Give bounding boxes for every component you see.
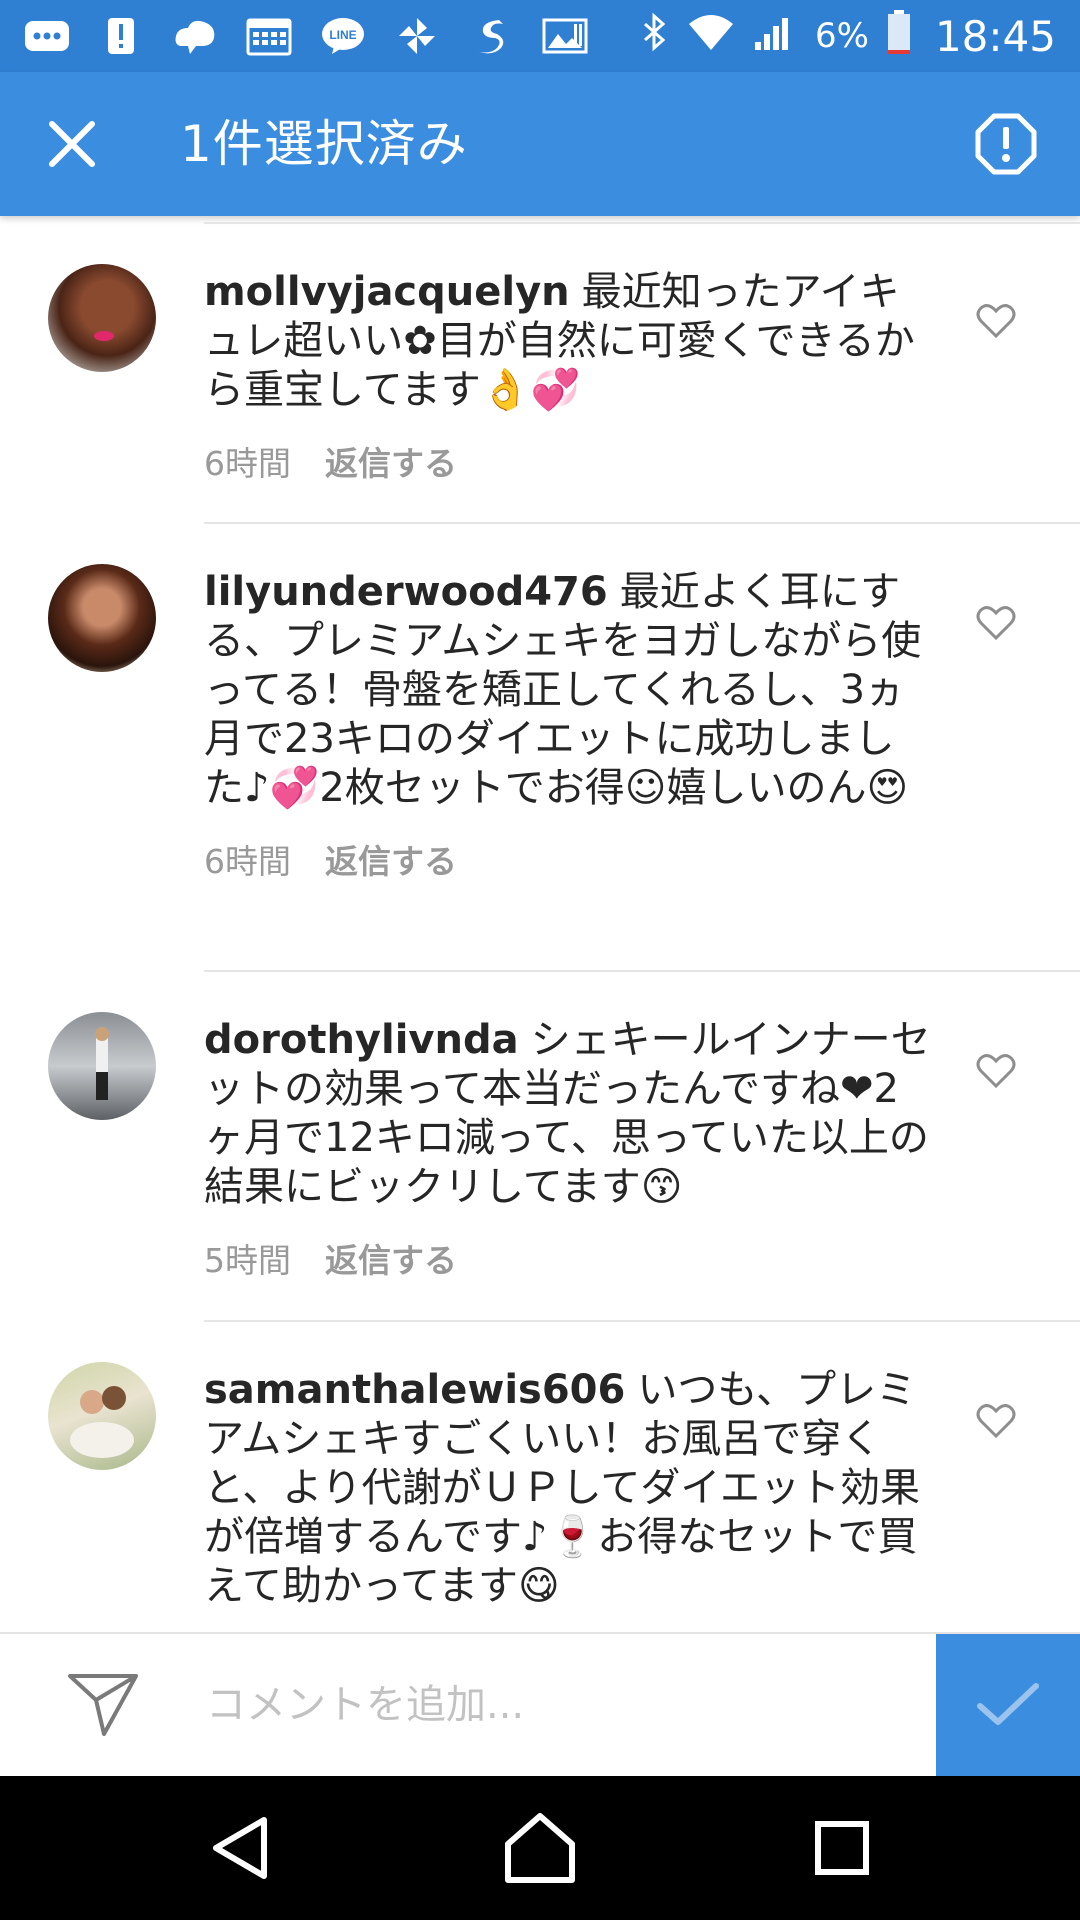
- status-bar: LINE 6% 18:45: [0, 0, 1080, 72]
- gallery-icon: [542, 16, 588, 56]
- reply-button[interactable]: 返信する: [325, 437, 457, 485]
- confirm-button[interactable]: [936, 1634, 1080, 1778]
- comment-item: lilyunderwood476 最近よく耳にする、プレミアムシェキをヨガしながら…: [0, 524, 1080, 970]
- signal-icon: [753, 12, 797, 61]
- back-triangle-icon[interactable]: [200, 1806, 284, 1890]
- comment-text: dorothylivnda シェキールインナーセットの効果って本当だったんですね❤…: [204, 1016, 934, 1212]
- recents-square-icon[interactable]: [800, 1806, 884, 1890]
- avatar[interactable]: [48, 264, 156, 372]
- swirl-app-icon: [468, 16, 514, 56]
- battery-icon: [887, 9, 911, 63]
- like-heart-icon[interactable]: [976, 1052, 1016, 1089]
- svg-text:LINE: LINE: [329, 28, 356, 42]
- comment-body: mollvyjacquelyn 最近知ったアイキュレ超いい✿目が自然に可愛くできる…: [204, 268, 934, 485]
- close-icon[interactable]: [40, 112, 104, 176]
- comment-item: mollvyjacquelyn 最近知ったアイキュレ超いい✿目が自然に可愛くできる…: [0, 222, 1080, 522]
- comment-item: dorothylivnda シェキールインナーセットの効果って本当だったんですね❤…: [0, 972, 1080, 1320]
- comment-body: samanthalewis606 いつも、プレミアムシェキすごくいい！お風呂で穿く…: [204, 1366, 934, 1611]
- system-status: 6% 18:45: [639, 9, 1056, 63]
- comment-item: samanthalewis606 いつも、プレミアムシェキすごくいい！お風呂で穿く…: [0, 1322, 1080, 1632]
- clock: 18:45: [934, 11, 1056, 61]
- comment-list[interactable]: mollvyjacquelyn 最近知ったアイキュレ超いい✿目が自然に可愛くできる…: [0, 222, 1080, 1632]
- comment-body: lilyunderwood476 最近よく耳にする、プレミアムシェキをヨガしながら…: [204, 568, 934, 883]
- avatar[interactable]: [48, 1362, 156, 1470]
- reply-button[interactable]: 返信する: [325, 1234, 457, 1282]
- page-title: 1件選択済み: [180, 115, 468, 173]
- comment-meta: 6時間 返信する: [204, 437, 934, 485]
- like-heart-icon[interactable]: [976, 1402, 1016, 1439]
- selection-app-bar: 1件選択済み: [0, 72, 1080, 216]
- comment-text: samanthalewis606 いつも、プレミアムシェキすごくいい！お風呂で穿く…: [204, 1366, 934, 1611]
- comment-username[interactable]: samanthalewis606: [204, 1367, 625, 1413]
- checkmark-icon: [976, 1680, 1040, 1732]
- report-icon[interactable]: [974, 112, 1038, 176]
- like-heart-icon[interactable]: [976, 604, 1016, 641]
- comment-time: 6時間: [204, 444, 291, 483]
- comment-time: 5時間: [204, 1241, 291, 1280]
- comment-meta: 5時間 返信する: [204, 1234, 934, 1282]
- chat-bubble-icon: [24, 16, 70, 56]
- avatar[interactable]: [48, 1012, 156, 1120]
- calendar-icon: [246, 16, 292, 56]
- bluetooth-icon: [639, 12, 669, 61]
- comment-input[interactable]: [204, 1662, 908, 1748]
- comment-username[interactable]: dorothylivnda: [204, 1017, 519, 1063]
- comment-text: mollvyjacquelyn 最近知ったアイキュレ超いい✿目が自然に可愛くできる…: [204, 268, 934, 415]
- reply-button[interactable]: 返信する: [325, 835, 457, 883]
- comment-username[interactable]: lilyunderwood476: [204, 569, 608, 615]
- comment-meta: 6時間 返信する: [204, 835, 934, 883]
- comment-text: lilyunderwood476 最近よく耳にする、プレミアムシェキをヨガしながら…: [204, 568, 934, 813]
- comment-body: dorothylivnda シェキールインナーセットの効果って本当だったんですね❤…: [204, 1016, 934, 1282]
- line-app-icon: LINE: [320, 16, 366, 56]
- notification-icons: LINE: [24, 16, 639, 56]
- battery-percent: 6%: [815, 16, 869, 56]
- navigation-bar: [0, 1776, 1080, 1920]
- comment-time: 6時間: [204, 842, 291, 881]
- cloud-icon: [172, 16, 218, 56]
- alert-icon: [98, 16, 144, 56]
- home-icon[interactable]: [498, 1806, 582, 1890]
- like-heart-icon[interactable]: [976, 302, 1016, 339]
- send-icon[interactable]: [66, 1670, 140, 1738]
- avatar[interactable]: [48, 564, 156, 672]
- comment-input-bar: [0, 1632, 1080, 1778]
- wifi-icon: [687, 12, 735, 61]
- comment-username[interactable]: mollvyjacquelyn: [204, 269, 570, 315]
- pinwheel-icon: [394, 16, 440, 56]
